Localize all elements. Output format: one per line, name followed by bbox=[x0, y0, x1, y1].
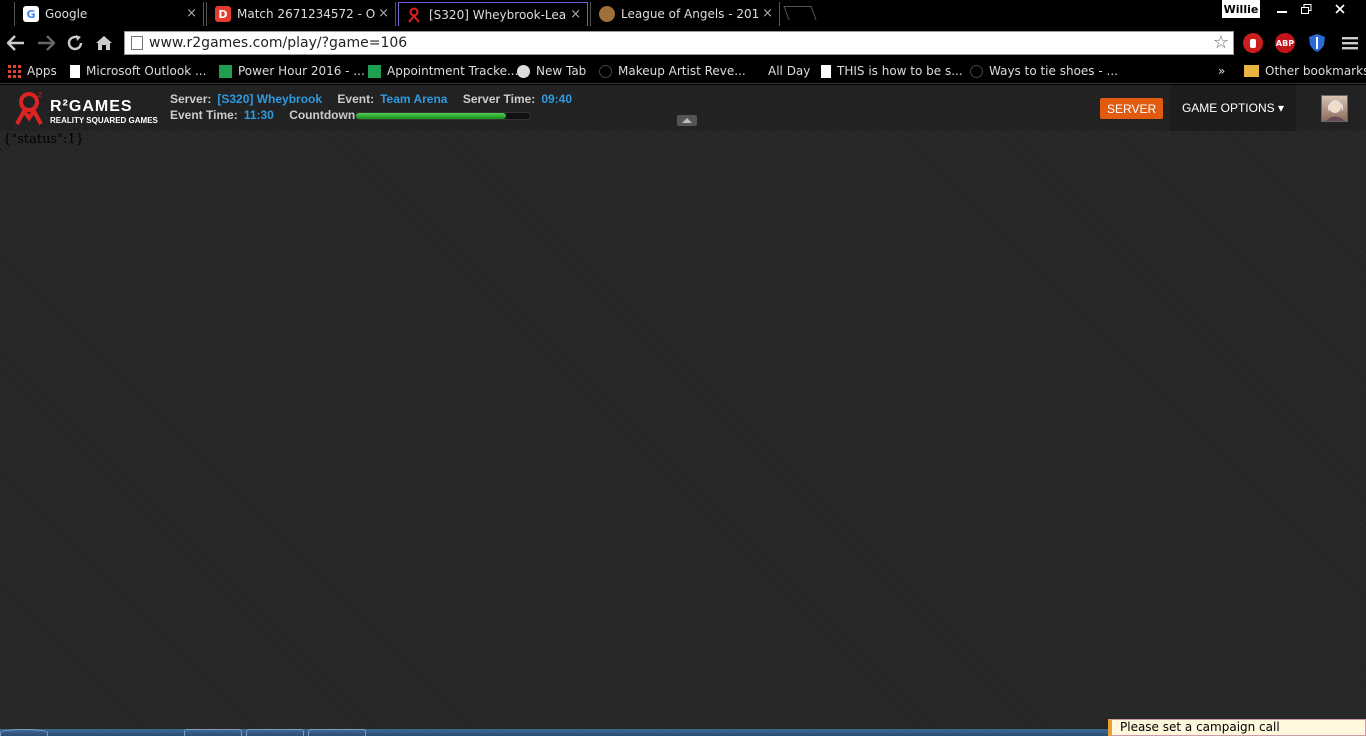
tab-wheybrook[interactable]: [S320] Wheybrook-League × bbox=[398, 2, 588, 26]
browser-toolbar: www.r2games.com/play/?game=106 ☆ ABP bbox=[0, 28, 1366, 58]
server-info-row: Server: [S320] Wheybrook Event: Team Arena… bbox=[170, 92, 584, 106]
bookmark-power-hour[interactable]: Power Hour 2016 - ... bbox=[219, 62, 365, 80]
bookmark-appointment[interactable]: Appointment Tracke... bbox=[368, 62, 518, 80]
event-time-label: Event Time: bbox=[170, 108, 238, 122]
countdown-progress-bar bbox=[355, 112, 531, 120]
bookmark-label: Appointment Tracke... bbox=[387, 64, 519, 78]
avatar[interactable] bbox=[1321, 95, 1348, 122]
close-icon[interactable]: × bbox=[762, 6, 773, 21]
bookmark-new-tab[interactable]: New Tab bbox=[517, 62, 586, 80]
bookmark-all-day[interactable]: All Day bbox=[768, 62, 810, 80]
browser-window: G Google × D Match 2671234572 - Over × [… bbox=[0, 0, 1366, 736]
tab-title: Match 2671234572 - Over bbox=[237, 7, 375, 21]
bookmark-apps[interactable]: Apps bbox=[8, 62, 57, 80]
dotabuff-icon: D bbox=[215, 6, 231, 22]
tab-match[interactable]: D Match 2671234572 - Over × bbox=[206, 2, 396, 26]
sheets-icon bbox=[368, 64, 381, 78]
url-text: www.r2games.com/play/?game=106 bbox=[149, 35, 408, 51]
logo-subtitle: REALITY SQUARED GAMES bbox=[50, 116, 158, 125]
reload-icon[interactable] bbox=[65, 33, 85, 53]
bookmarks-bar: Apps Microsoft Outlook ... Power Hour 20… bbox=[0, 58, 1366, 84]
home-icon[interactable] bbox=[94, 33, 114, 53]
globe-icon bbox=[599, 64, 612, 78]
server-button[interactable]: SERVER bbox=[1100, 98, 1164, 119]
steam-icon bbox=[517, 64, 530, 78]
shield-icon[interactable] bbox=[1307, 33, 1327, 53]
bookmark-this-is-how[interactable]: THIS is how to be s... bbox=[821, 62, 963, 80]
close-icon[interactable]: × bbox=[378, 6, 389, 21]
bookmark-label: Power Hour 2016 - ... bbox=[238, 64, 365, 78]
server-value[interactable]: [S320] Wheybrook bbox=[217, 92, 322, 106]
folder-icon bbox=[1244, 65, 1259, 77]
start-button[interactable] bbox=[0, 729, 48, 736]
back-icon[interactable] bbox=[6, 33, 26, 53]
bookmark-label: Microsoft Outlook ... bbox=[86, 64, 207, 78]
menu-icon[interactable] bbox=[1340, 33, 1360, 53]
google-icon: G bbox=[23, 6, 39, 22]
restore-icon[interactable] bbox=[1292, 0, 1320, 18]
forward-icon[interactable] bbox=[36, 33, 56, 53]
apps-grid-icon bbox=[8, 64, 21, 78]
countdown-label: Countdown: bbox=[289, 108, 360, 122]
event-label: Event: bbox=[337, 92, 375, 106]
tab-title: [S320] Wheybrook-League bbox=[429, 7, 567, 22]
bookmark-tie-shoes[interactable]: Ways to tie shoes - ... bbox=[970, 62, 1118, 80]
server-label: Server: bbox=[170, 92, 212, 106]
bookmark-label: All Day bbox=[768, 64, 811, 78]
adblock-plus-icon[interactable]: ABP bbox=[1275, 33, 1295, 53]
page-icon bbox=[821, 64, 831, 78]
bookmark-label: Apps bbox=[27, 64, 57, 78]
bookmark-label: New Tab bbox=[536, 64, 587, 78]
server-time-label: Server Time: bbox=[462, 92, 536, 106]
logo-brand: R²GAMES bbox=[50, 98, 133, 115]
bookmark-label: THIS is how to be s... bbox=[837, 64, 963, 78]
taskbar-app-button[interactable] bbox=[308, 729, 366, 736]
event-value[interactable]: Team Arena bbox=[380, 92, 447, 106]
svg-text:2: 2 bbox=[38, 92, 42, 99]
countdown-progress-fill bbox=[356, 113, 506, 119]
tab-strip: G Google × D Match 2671234572 - Over × [… bbox=[0, 0, 1366, 28]
bookmark-star-icon[interactable]: ☆ bbox=[1213, 32, 1229, 53]
tab-title: Google bbox=[45, 7, 88, 21]
stop-hand-icon[interactable] bbox=[1243, 33, 1263, 53]
taskbar-app-button[interactable] bbox=[246, 729, 304, 736]
page-content: 2 R²GAMES REALITY SQUARED GAMES Server: [… bbox=[0, 85, 1366, 729]
r2games-logo[interactable]: 2 R²GAMES REALITY SQUARED GAMES bbox=[12, 89, 162, 129]
bookmarks-overflow-button[interactable]: » bbox=[1218, 62, 1225, 80]
game-options-menu[interactable]: GAME OPTIONS ▾ bbox=[1170, 85, 1296, 131]
new-tab-button[interactable] bbox=[783, 6, 817, 20]
angel-icon bbox=[599, 6, 615, 22]
sheets-icon bbox=[219, 64, 232, 78]
bookmark-label: Makeup Artist Reve... bbox=[618, 64, 746, 78]
taskbar-app-button[interactable] bbox=[184, 729, 242, 736]
page-icon bbox=[131, 36, 143, 50]
tab-title: League of Angels - 2015 N bbox=[621, 7, 759, 21]
address-bar[interactable]: www.r2games.com/play/?game=106 ☆ bbox=[124, 31, 1234, 55]
collapse-header-button[interactable] bbox=[677, 115, 697, 126]
bookmark-makeup[interactable]: Makeup Artist Reve... bbox=[599, 62, 746, 80]
notification-popup[interactable]: Please set a campaign call bbox=[1108, 719, 1366, 736]
close-icon[interactable]: × bbox=[186, 6, 197, 21]
bookmark-outlook[interactable]: Microsoft Outlook ... bbox=[70, 62, 206, 80]
avatar-portrait-icon bbox=[1325, 100, 1345, 121]
bookmark-label: Other bookmarks bbox=[1265, 64, 1366, 78]
tab-google[interactable]: G Google × bbox=[14, 2, 204, 26]
bookmark-other[interactable]: Other bookmarks bbox=[1244, 62, 1366, 80]
close-icon[interactable]: × bbox=[570, 7, 581, 22]
close-window-icon[interactable] bbox=[1326, 0, 1354, 18]
server-time-value: 09:40 bbox=[541, 92, 573, 106]
bookmark-label: Ways to tie shoes - ... bbox=[989, 64, 1118, 78]
game-header-bar: 2 R²GAMES REALITY SQUARED GAMES Server: [… bbox=[0, 85, 1366, 131]
r2games-mark-icon: 2 bbox=[15, 92, 43, 125]
profile-button[interactable]: Willie bbox=[1222, 0, 1260, 18]
event-info-row: Event Time: 11:30 Countdown: bbox=[170, 108, 359, 122]
event-time-value: 11:30 bbox=[243, 108, 274, 122]
globe-icon bbox=[970, 64, 983, 78]
status-response-text: {"status":1} bbox=[3, 132, 85, 147]
tab-league-of-angels[interactable]: League of Angels - 2015 N × bbox=[590, 2, 780, 26]
page-icon bbox=[70, 64, 80, 78]
r2games-icon bbox=[407, 7, 423, 23]
